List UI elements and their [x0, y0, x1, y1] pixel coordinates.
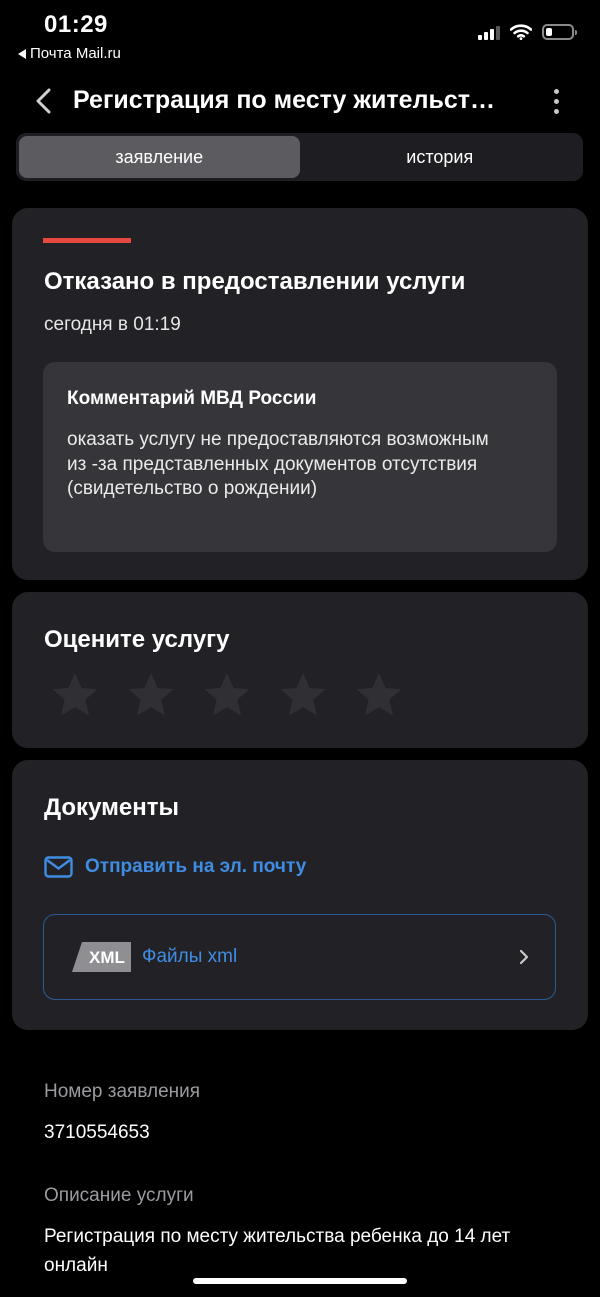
- xml-files-label: Файлы xml: [142, 946, 238, 967]
- back-triangle-icon: [18, 48, 26, 59]
- battery-icon: [542, 24, 577, 40]
- status-time: 01:29: [44, 11, 108, 38]
- status-icons: [478, 24, 577, 40]
- documents-card: Документы Отправить на эл. почту XML Фай…: [12, 760, 588, 1030]
- menu-dot: [553, 98, 559, 104]
- tab-application[interactable]: заявление: [19, 136, 300, 178]
- xml-files-row[interactable]: XML Файлы xml: [43, 914, 556, 1000]
- back-to-app-link[interactable]: Почта Mail.ru: [18, 45, 121, 62]
- xml-file-icon: XML: [72, 942, 131, 972]
- status-accent-bar: [43, 238, 131, 243]
- service-description-value: Регистрация по месту жительства ребенка …: [44, 1226, 511, 1276]
- send-email-label: Отправить на эл. почту: [85, 856, 307, 877]
- page-title: Регистрация по месту жительст…: [73, 86, 495, 114]
- rating-stars: [50, 670, 404, 720]
- send-email-link[interactable]: Отправить на эл. почту: [44, 856, 306, 878]
- status-card: Отказано в предоставлении услуги сегодня…: [12, 208, 588, 580]
- application-number-label: Номер заявления: [44, 1081, 201, 1102]
- xml-badge-text: XML: [89, 948, 125, 967]
- rating-title: Оцените услугу: [44, 626, 230, 653]
- status-date: сегодня в 01:19: [44, 314, 181, 335]
- status-title: Отказано в предоставлении услуги: [44, 268, 466, 295]
- star-icon[interactable]: [278, 670, 328, 720]
- star-icon[interactable]: [50, 670, 100, 720]
- battery-level: [546, 28, 552, 36]
- comment-text: оказать услугу не предоставляются возмож…: [67, 429, 489, 499]
- wifi-icon: [510, 24, 532, 40]
- documents-title: Документы: [44, 794, 179, 821]
- application-number-value: 3710554653: [44, 1122, 150, 1143]
- back-button[interactable]: [30, 86, 60, 116]
- star-icon[interactable]: [126, 670, 176, 720]
- comment-title: Комментарий МВД России: [67, 388, 317, 409]
- chevron-right-icon: [519, 949, 529, 965]
- menu-dot: [553, 88, 559, 94]
- menu-dot: [553, 108, 559, 114]
- segmented-tabs: заявление история: [16, 133, 583, 181]
- star-icon[interactable]: [354, 670, 404, 720]
- comment-box: Комментарий МВД России оказать услугу не…: [43, 362, 557, 552]
- more-menu-button[interactable]: [546, 86, 566, 116]
- tab-history[interactable]: история: [300, 136, 581, 178]
- home-indicator: [193, 1278, 407, 1284]
- mail-icon: [44, 856, 73, 878]
- star-icon[interactable]: [202, 670, 252, 720]
- cellular-signal-icon: [478, 24, 500, 40]
- back-app-label: Почта Mail.ru: [30, 45, 121, 62]
- rating-card: Оцените услугу: [12, 592, 588, 748]
- service-description-label: Описание услуги: [44, 1185, 194, 1206]
